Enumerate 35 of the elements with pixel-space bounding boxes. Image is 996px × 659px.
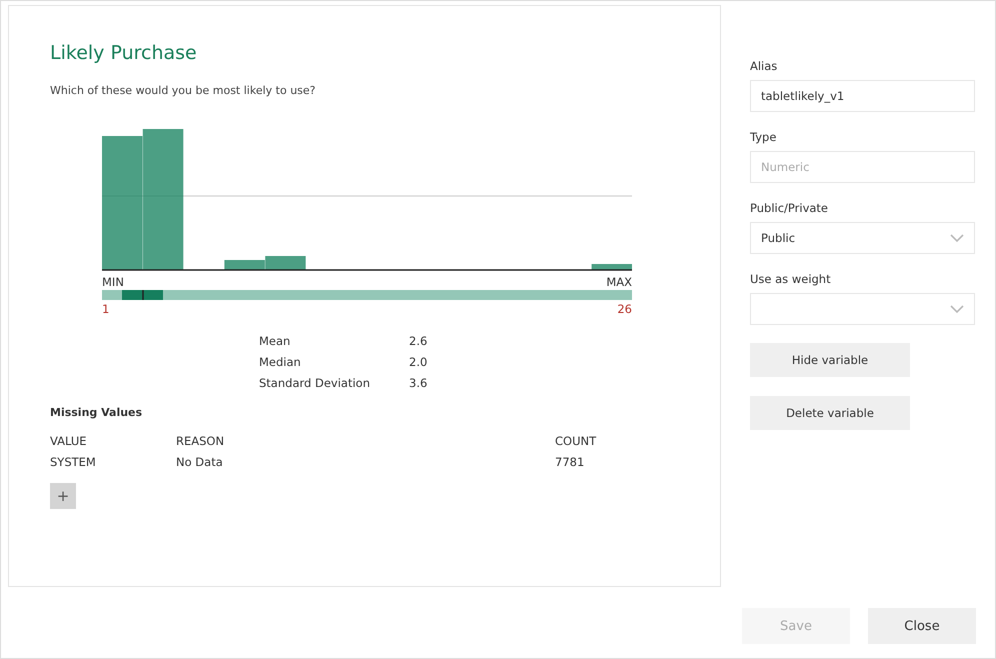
add-button[interactable]: + — [50, 483, 76, 509]
field-label: Type — [750, 130, 778, 144]
dropdown[interactable] — [750, 293, 975, 325]
field-label: Use as weight — [750, 272, 832, 286]
stat-value: 3.6 — [409, 376, 428, 390]
chevron-down-icon — [950, 234, 964, 242]
input-field[interactable]: tabletlikely_v1 — [750, 80, 975, 112]
field-label: Alias — [750, 59, 778, 73]
max-label: MAX — [606, 275, 632, 289]
table-cell-text: 7781 — [555, 455, 586, 469]
stat-value: 2.6 — [409, 334, 428, 348]
action-button[interactable]: Hide variable — [750, 343, 910, 377]
field-label: Public/Private — [750, 201, 830, 215]
variable-title: Likely Purchase — [50, 42, 198, 64]
stat-label: Median — [259, 355, 302, 369]
dropdown[interactable]: Public — [750, 222, 975, 254]
max-value: 26 — [617, 302, 632, 316]
table-cell-text: SYSTEM — [50, 455, 97, 469]
histogram-bar — [265, 256, 306, 270]
stat-label: Standard Deviation — [259, 376, 371, 390]
stat-value: 2.0 — [409, 355, 428, 369]
column-header: REASON — [176, 434, 226, 448]
chevron-down-icon — [950, 305, 964, 313]
table-cell-text: No Data — [176, 455, 224, 469]
column-header: COUNT — [555, 434, 598, 448]
histogram-bar — [224, 260, 265, 270]
footer-button[interactable]: Close — [868, 608, 976, 644]
min-value: 1 — [102, 302, 110, 316]
question-text: Which of these would you be most likely to use? — [50, 84, 317, 97]
min-label: MIN — [102, 275, 124, 289]
column-header: VALUE — [50, 434, 88, 448]
section-heading: Missing Values — [50, 406, 144, 419]
stat-label: Mean — [259, 334, 292, 348]
action-button[interactable]: Delete variable — [750, 396, 910, 430]
histogram-bar — [592, 264, 632, 270]
